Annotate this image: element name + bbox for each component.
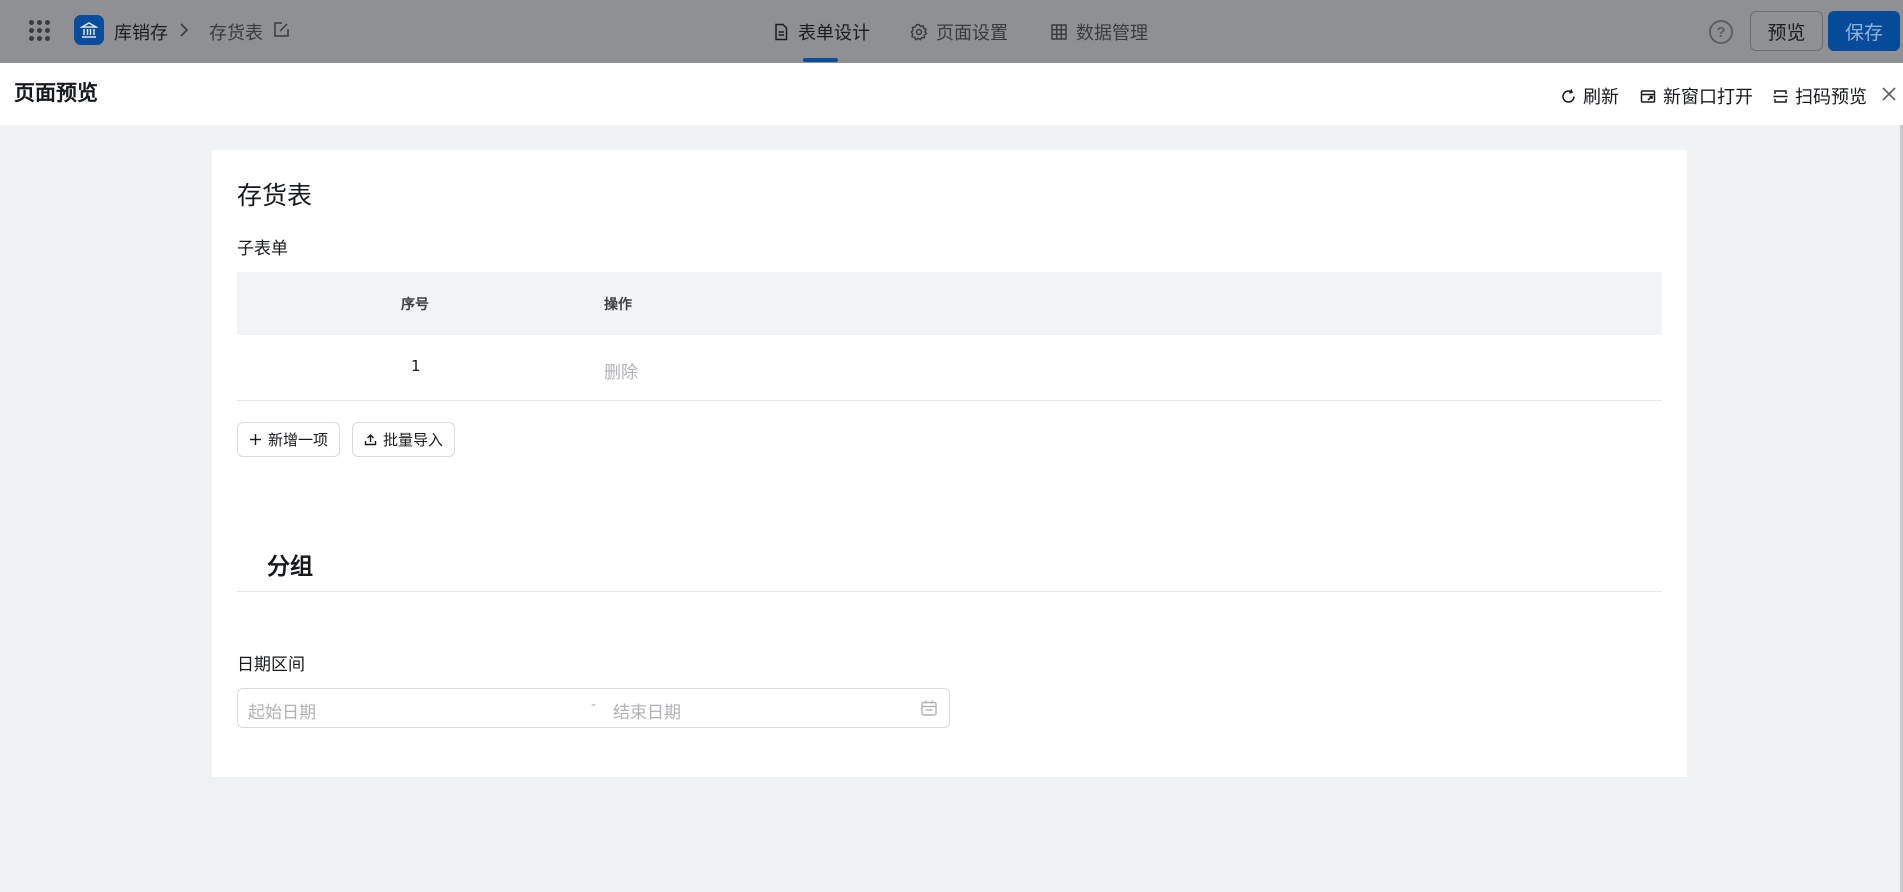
- date-range-picker[interactable]: 起始日期 - 结束日期: [237, 688, 950, 728]
- new-window-icon: [1640, 89, 1656, 103]
- preview-button[interactable]: 预览: [1750, 11, 1823, 51]
- scan-preview-button[interactable]: 扫码预览: [1772, 83, 1867, 109]
- edit-icon[interactable]: [272, 21, 290, 39]
- delete-row-link[interactable]: 删除: [604, 358, 638, 383]
- end-date-input[interactable]: 结束日期: [613, 698, 681, 723]
- open-new-window-button[interactable]: 新窗口打开: [1640, 83, 1753, 109]
- close-icon[interactable]: [1880, 85, 1898, 103]
- grid-icon: [1051, 24, 1067, 40]
- tab-label: 数据管理: [1076, 23, 1148, 44]
- tab-page-settings[interactable]: 页面设置: [910, 19, 1008, 45]
- form-title: 存货表: [237, 181, 313, 210]
- chevron-right-icon: [180, 23, 189, 37]
- active-tab-indicator: [803, 58, 838, 62]
- date-separator: -: [591, 697, 597, 713]
- batch-import-label: 批量导入: [382, 431, 443, 449]
- tab-data-management[interactable]: 数据管理: [1050, 19, 1148, 45]
- app-logo-icon[interactable]: [74, 15, 104, 45]
- column-header-action: 操作: [604, 297, 632, 313]
- refresh-label: 刷新: [1583, 87, 1619, 108]
- tab-form-design[interactable]: 表单设计: [772, 19, 870, 45]
- refresh-button[interactable]: 刷新: [1560, 83, 1619, 109]
- table-row: 1 删除: [237, 335, 1662, 401]
- scan-icon: [1773, 89, 1788, 103]
- scan-preview-label: 扫码预览: [1795, 87, 1867, 108]
- date-range-label: 日期区间: [237, 655, 305, 675]
- breadcrumb-page: 存货表: [209, 23, 263, 44]
- add-item-button[interactable]: 新增一项: [237, 422, 340, 457]
- refresh-icon: [1562, 88, 1575, 103]
- group-title: 分组: [267, 554, 313, 580]
- drawer-title: 页面预览: [14, 81, 98, 105]
- calendar-icon: [921, 700, 937, 716]
- save-button[interactable]: 保存: [1828, 11, 1900, 51]
- start-date-input[interactable]: 起始日期: [248, 698, 316, 723]
- column-header-index: 序号: [401, 297, 429, 313]
- document-icon: [775, 23, 788, 41]
- form-card: 存货表 子表单 序号 操作 1 删除 新增一项 批量导入 分组 日期区间 起始日…: [212, 150, 1687, 777]
- app-name[interactable]: 库销存: [114, 19, 168, 45]
- tab-label: 表单设计: [798, 23, 870, 44]
- preview-drawer-header: 页面预览 刷新 新窗口打开 扫码预览: [0, 63, 1903, 125]
- group-divider: [237, 591, 1662, 592]
- gear-icon: [910, 23, 928, 41]
- new-window-label: 新窗口打开: [1663, 87, 1753, 108]
- help-icon[interactable]: ?: [1709, 20, 1733, 44]
- tab-label: 页面设置: [936, 23, 1008, 44]
- table-header: 序号 操作: [237, 272, 1662, 335]
- row-index: 1: [411, 357, 421, 375]
- subform-label: 子表单: [237, 239, 288, 259]
- plus-icon: [249, 434, 261, 445]
- subform-table: 序号 操作 1 删除: [237, 272, 1662, 401]
- batch-import-button[interactable]: 批量导入: [352, 422, 455, 457]
- top-bar: 库销存 存货表 表单设计 页面设置 数据管理 ? 预览 保存: [0, 0, 1903, 63]
- apps-grid-icon[interactable]: [29, 20, 50, 41]
- upload-icon: [364, 434, 377, 446]
- add-item-label: 新增一项: [267, 431, 328, 449]
